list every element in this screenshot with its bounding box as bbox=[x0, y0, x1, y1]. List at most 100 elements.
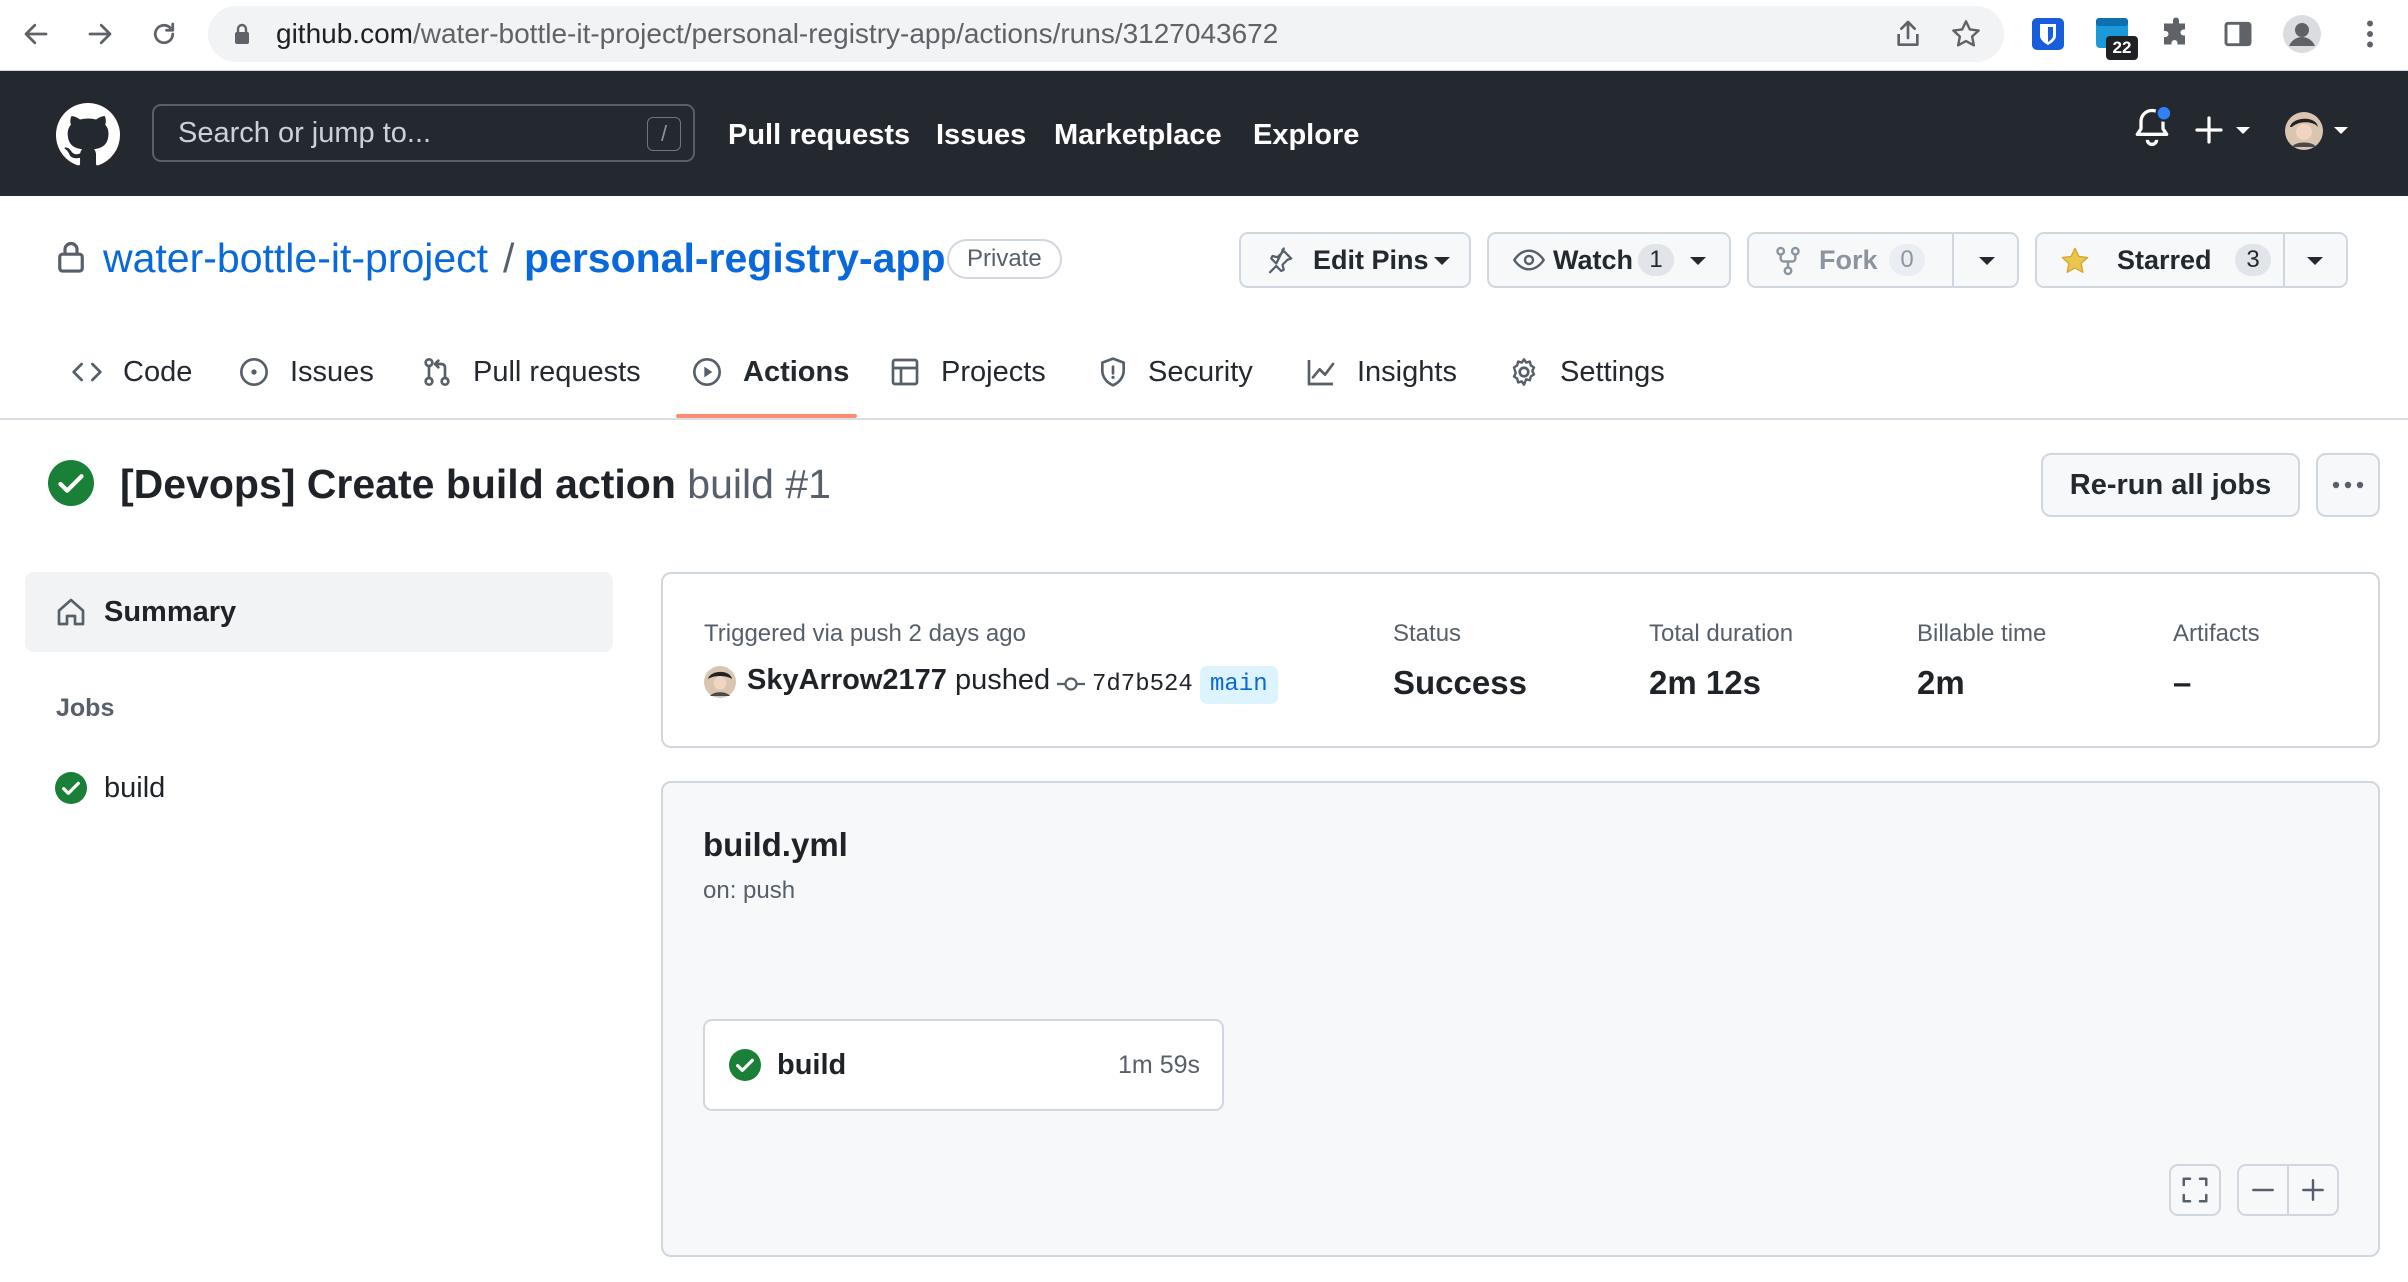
more-options-button[interactable] bbox=[2316, 453, 2380, 517]
artifacts-label: Artifacts bbox=[2173, 620, 2260, 647]
caret-down-icon bbox=[1433, 256, 1451, 266]
code-icon bbox=[72, 362, 102, 382]
repo-name-link[interactable]: personal-registry-app bbox=[524, 232, 946, 284]
trigger-text: Triggered via push 2 days ago bbox=[704, 620, 1026, 647]
run-title-text: [Devops] Create build action bbox=[120, 461, 676, 507]
success-check-icon bbox=[729, 1049, 761, 1081]
success-check-icon bbox=[55, 772, 87, 804]
calendar-extension-icon[interactable]: 22 bbox=[2094, 16, 2138, 60]
status-value: Success bbox=[1393, 664, 1527, 701]
play-icon bbox=[693, 358, 721, 386]
job-node-duration: 1m 59s bbox=[1118, 1051, 1200, 1079]
job-node-name: build bbox=[777, 1049, 847, 1081]
profile-icon[interactable] bbox=[2282, 14, 2322, 54]
search-placeholder: Search or jump to... bbox=[178, 117, 432, 149]
caret-down-icon[interactable] bbox=[2306, 256, 2324, 266]
github-logo-icon[interactable] bbox=[56, 103, 120, 167]
lock-icon bbox=[232, 22, 252, 46]
caret-down-icon bbox=[1689, 256, 1707, 266]
sidebar-item-summary[interactable]: Summary bbox=[25, 572, 613, 652]
nav-issues[interactable]: Issues bbox=[936, 118, 1026, 152]
billable-time-label: Billable time bbox=[1917, 620, 2047, 647]
watch-button[interactable]: Watch 1 bbox=[1487, 232, 1731, 288]
jobs-heading: Jobs bbox=[56, 694, 115, 722]
private-lock-icon bbox=[56, 240, 86, 274]
job-name: build bbox=[104, 772, 166, 804]
starred-button[interactable]: Starred 3 bbox=[2035, 232, 2348, 288]
status-label: Status bbox=[1393, 620, 1462, 647]
user-avatar[interactable] bbox=[2284, 111, 2356, 151]
billable-time-value: 2m bbox=[1917, 664, 1965, 701]
actor-line: SkyArrow2177 pushed bbox=[747, 664, 1050, 697]
artifacts-value: – bbox=[2173, 664, 2192, 701]
actor-avatar[interactable] bbox=[704, 666, 736, 698]
nav-pull-requests[interactable]: Pull requests bbox=[728, 118, 910, 152]
fork-button[interactable]: Fork 0 bbox=[1747, 232, 2019, 288]
notifications-bell-icon[interactable] bbox=[2130, 105, 2174, 149]
nav-explore[interactable]: Explore bbox=[1253, 118, 1359, 152]
tab-security[interactable]: Security bbox=[1098, 350, 1253, 394]
workflow-graph-card: build.yml on: push build 1m 59s bbox=[661, 781, 2380, 1257]
address-bar[interactable]: github.com/water-bottle-it-project/perso… bbox=[208, 6, 2004, 62]
eye-icon bbox=[1513, 248, 1545, 272]
caret-down-icon[interactable] bbox=[1978, 256, 1996, 266]
rerun-all-jobs-button[interactable]: Re-run all jobs bbox=[2041, 453, 2300, 517]
tab-pull-requests[interactable]: Pull requests bbox=[421, 350, 641, 394]
repo-forked-icon bbox=[1775, 246, 1801, 276]
tab-actions[interactable]: Actions bbox=[691, 350, 849, 394]
tab-label: Settings bbox=[1560, 355, 1665, 388]
watch-count: 1 bbox=[1638, 244, 1674, 276]
plus-icon bbox=[2302, 1179, 2324, 1201]
total-duration-label: Total duration bbox=[1649, 620, 1794, 647]
repo-path-separator: / bbox=[503, 235, 515, 281]
active-tab-indicator bbox=[676, 414, 857, 418]
job-node-build[interactable]: build 1m 59s bbox=[703, 1019, 1224, 1111]
commit-sha-link[interactable]: 7d7b524 bbox=[1092, 671, 1193, 698]
fork-count: 0 bbox=[1889, 244, 1925, 276]
tab-label: Security bbox=[1148, 355, 1253, 388]
run-subtitle: build #1 bbox=[687, 461, 831, 507]
bitwarden-extension-icon[interactable] bbox=[2030, 16, 2066, 52]
search-shortcut-key: / bbox=[647, 117, 681, 151]
edit-pins-button[interactable]: Edit Pins bbox=[1239, 232, 1471, 288]
issue-opened-icon bbox=[240, 358, 268, 386]
branch-label[interactable]: main bbox=[1200, 666, 1278, 704]
nav-marketplace[interactable]: Marketplace bbox=[1054, 118, 1222, 152]
forward-arrow-icon[interactable] bbox=[80, 14, 120, 54]
tab-settings[interactable]: Settings bbox=[1508, 350, 1665, 394]
kebab-horizontal-icon bbox=[2332, 481, 2364, 489]
extensions-puzzle-icon[interactable] bbox=[2158, 16, 2194, 52]
graph-icon bbox=[1307, 360, 1335, 386]
table-icon bbox=[891, 358, 919, 386]
screen-full-icon bbox=[2182, 1177, 2208, 1203]
back-arrow-icon[interactable] bbox=[16, 14, 56, 54]
repo-owner-link[interactable]: water-bottle-it-project bbox=[103, 232, 488, 284]
chrome-menu-icon[interactable] bbox=[2352, 16, 2388, 52]
zoom-in-button[interactable] bbox=[2287, 1164, 2339, 1216]
share-icon[interactable] bbox=[1892, 18, 1924, 50]
visibility-badge: Private bbox=[947, 239, 1062, 279]
actor-link[interactable]: SkyArrow2177 bbox=[747, 664, 947, 696]
reload-icon[interactable] bbox=[144, 14, 184, 54]
tab-label: Issues bbox=[290, 355, 374, 388]
pin-icon bbox=[1265, 246, 1295, 276]
fullscreen-button[interactable] bbox=[2169, 1164, 2221, 1216]
tab-projects[interactable]: Projects bbox=[889, 350, 1046, 394]
search-input[interactable]: Search or jump to... / bbox=[152, 104, 695, 162]
minus-icon bbox=[2252, 1188, 2274, 1192]
button-divider bbox=[2283, 234, 2285, 286]
url-domain: github.com bbox=[276, 18, 413, 49]
shield-icon bbox=[1101, 357, 1125, 387]
create-new-plus-icon[interactable] bbox=[2194, 115, 2258, 145]
bookmark-star-icon[interactable] bbox=[1950, 18, 1982, 50]
tab-code[interactable]: Code bbox=[71, 350, 192, 394]
zoom-out-button[interactable] bbox=[2237, 1164, 2289, 1216]
star-filled-icon bbox=[2059, 245, 2091, 277]
success-check-icon bbox=[48, 460, 94, 506]
tab-issues[interactable]: Issues bbox=[238, 350, 374, 394]
sidebar-job-build[interactable]: build bbox=[25, 760, 613, 816]
git-commit-icon bbox=[1056, 674, 1086, 694]
tab-insights[interactable]: Insights bbox=[1305, 350, 1457, 394]
actor-action: pushed bbox=[954, 664, 1051, 696]
side-panel-icon[interactable] bbox=[2222, 18, 2254, 50]
